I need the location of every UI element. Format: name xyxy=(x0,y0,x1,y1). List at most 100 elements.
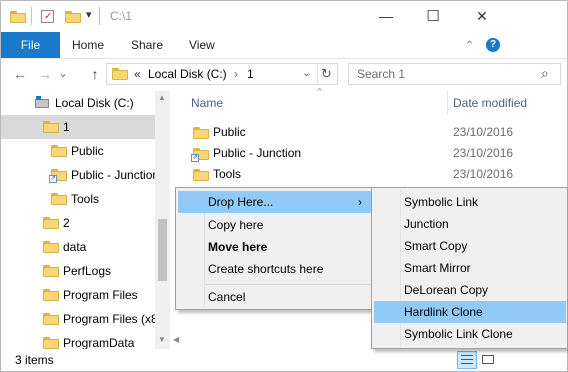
menu-item-move-here[interactable]: Move here xyxy=(178,236,373,258)
drop-here-submenu: Symbolic Link Junction Smart Copy Smart … xyxy=(371,187,568,349)
nav-item-1[interactable]: 1 xyxy=(1,115,155,139)
file-row[interactable]: Tools 23/10/2016 xyxy=(171,164,567,185)
breadcrumb-overflow[interactable]: « xyxy=(134,67,141,81)
title-bar: ✓ ▾ C:\1 — ☐ ✕ xyxy=(1,1,567,32)
submenu-arrow-icon: › xyxy=(358,195,362,209)
nav-item-local-disk[interactable]: Local Disk (C:) xyxy=(1,91,155,115)
folder-icon xyxy=(43,121,59,133)
submenu-item-symbolic-link[interactable]: Symbolic Link xyxy=(374,191,566,213)
help-icon[interactable]: ? xyxy=(486,38,500,52)
menu-item-drop-here[interactable]: Drop Here... › xyxy=(178,191,373,213)
scroll-down-icon[interactable]: ▼ xyxy=(158,335,166,344)
nav-item-label: data xyxy=(63,240,87,254)
details-view-button[interactable] xyxy=(457,351,477,369)
nav-item-label: Program Files xyxy=(63,288,138,302)
nav-pane-scrollbar[interactable]: ▲ ▼ xyxy=(155,91,170,349)
recent-locations-icon[interactable]: ⌄ xyxy=(57,65,69,83)
navigation-bar: ← → ⌄ ↑ « Local Disk (C:) › 1 ⌄ ↻ Search… xyxy=(1,59,567,91)
search-icon[interactable]: ⌕ xyxy=(541,65,549,82)
divider xyxy=(31,7,32,25)
close-button[interactable]: ✕ xyxy=(458,1,506,32)
back-button[interactable]: ← xyxy=(11,65,29,83)
ribbon-tabs: File Home Share View ⌃ ? xyxy=(1,32,567,59)
junction-folder-icon: ⇗ xyxy=(49,169,67,183)
maximize-button[interactable]: ☐ xyxy=(410,1,456,32)
address-bar[interactable]: « Local Disk (C:) › 1 ⌄ ↻ xyxy=(106,63,338,85)
tab-file[interactable]: File xyxy=(1,32,60,58)
nav-item-public-junction[interactable]: ⇗ Public - Junction xyxy=(1,163,155,187)
navigation-pane: Local Disk (C:) 1 Public ⇗ Public - Junc… xyxy=(1,91,169,349)
address-dropdown-icon[interactable]: ⌄ xyxy=(302,66,311,79)
folder-icon xyxy=(51,145,67,157)
quick-access-dropdown-icon[interactable]: ▾ xyxy=(86,8,92,21)
divider xyxy=(317,64,318,84)
nav-item-tools[interactable]: Tools xyxy=(1,187,155,211)
submenu-item-smart-mirror[interactable]: Smart Mirror xyxy=(374,257,566,279)
nav-item-label: 2 xyxy=(63,216,70,230)
tab-home[interactable]: Home xyxy=(72,32,104,58)
file-date: 23/10/2016 xyxy=(453,146,514,160)
column-divider[interactable] xyxy=(447,91,448,115)
folder-icon xyxy=(43,337,59,349)
nav-item-label: ProgramData xyxy=(63,336,135,349)
nav-item-label: 1 xyxy=(63,120,70,134)
menu-item-create-shortcuts[interactable]: Create shortcuts here xyxy=(178,258,373,280)
context-menu: Drop Here... › Copy here Move here Creat… xyxy=(175,187,376,310)
menu-item-copy-here[interactable]: Copy here xyxy=(178,214,373,236)
submenu-item-smart-copy[interactable]: Smart Copy xyxy=(374,235,566,257)
file-name: Tools xyxy=(213,167,242,181)
submenu-item-junction[interactable]: Junction xyxy=(374,213,566,235)
folder-icon xyxy=(193,127,209,139)
new-folder-icon[interactable] xyxy=(65,11,81,23)
folder-icon xyxy=(10,11,26,23)
nav-item-2[interactable]: 2 xyxy=(1,211,155,235)
breadcrumb-folder-1[interactable]: 1 xyxy=(247,67,254,81)
menu-separator xyxy=(206,284,371,285)
nav-item-data[interactable]: data xyxy=(1,235,155,259)
nav-item-label: PerfLogs xyxy=(63,264,112,278)
nav-item-program-files-x86[interactable]: Program Files (x86) xyxy=(1,307,155,331)
nav-item-perflogs[interactable]: PerfLogs xyxy=(1,259,155,283)
nav-item-program-files[interactable]: Program Files xyxy=(1,283,155,307)
file-row[interactable]: ⇗ Public - Junction 23/10/2016 xyxy=(171,143,567,164)
breadcrumb-local-disk[interactable]: Local Disk (C:) xyxy=(148,67,227,81)
scroll-left-icon[interactable]: ◀ xyxy=(173,335,179,344)
scroll-up-icon[interactable]: ▲ xyxy=(158,93,166,102)
nav-item-label: Public xyxy=(71,144,104,158)
nav-item-label: Program Files (x86) xyxy=(63,312,155,326)
breadcrumb-separator[interactable]: › xyxy=(234,67,238,81)
refresh-button[interactable]: ↻ xyxy=(321,66,332,82)
submenu-item-delorean-copy[interactable]: DeLorean Copy xyxy=(374,279,566,301)
window-title: C:\1 xyxy=(110,9,133,23)
large-icons-view-button[interactable] xyxy=(480,352,496,368)
minimize-button[interactable]: — xyxy=(363,1,409,32)
file-row[interactable]: Public 23/10/2016 xyxy=(171,122,567,143)
search-box[interactable]: Search 1 ⌕ xyxy=(348,63,561,85)
folder-icon xyxy=(43,289,59,301)
nav-item-programdata[interactable]: ProgramData xyxy=(1,331,155,349)
status-bar: 3 items xyxy=(1,350,567,371)
column-header-name[interactable]: Name xyxy=(191,91,223,115)
up-button[interactable]: ↑ xyxy=(86,65,104,83)
column-header-date[interactable]: Date modified xyxy=(453,91,567,115)
collapse-ribbon-icon[interactable]: ⌃ xyxy=(464,38,475,54)
submenu-item-symbolic-link-clone[interactable]: Symbolic Link Clone xyxy=(374,323,566,345)
submenu-item-hardlink-clone[interactable]: Hardlink Clone xyxy=(374,301,566,323)
scrollbar-thumb[interactable] xyxy=(158,219,167,281)
search-input[interactable]: Search 1 xyxy=(357,67,405,81)
folder-icon xyxy=(43,313,59,325)
file-date: 23/10/2016 xyxy=(453,167,514,181)
nav-item-public[interactable]: Public xyxy=(1,139,155,163)
items-count: 3 items xyxy=(15,353,54,367)
folder-icon xyxy=(51,193,67,205)
nav-item-label: Local Disk (C:) xyxy=(55,96,134,110)
menu-item-cancel[interactable]: Cancel xyxy=(178,286,373,308)
nav-item-label: Public - Junction xyxy=(71,168,155,182)
properties-icon[interactable]: ✓ xyxy=(41,10,54,23)
file-date: 23/10/2016 xyxy=(453,125,514,139)
sort-indicator-icon: ⌃ xyxy=(315,87,325,99)
tab-share[interactable]: Share xyxy=(131,32,163,58)
forward-button[interactable]: → xyxy=(36,65,54,83)
file-name: Public - Junction xyxy=(213,146,302,160)
tab-view[interactable]: View xyxy=(189,32,215,58)
